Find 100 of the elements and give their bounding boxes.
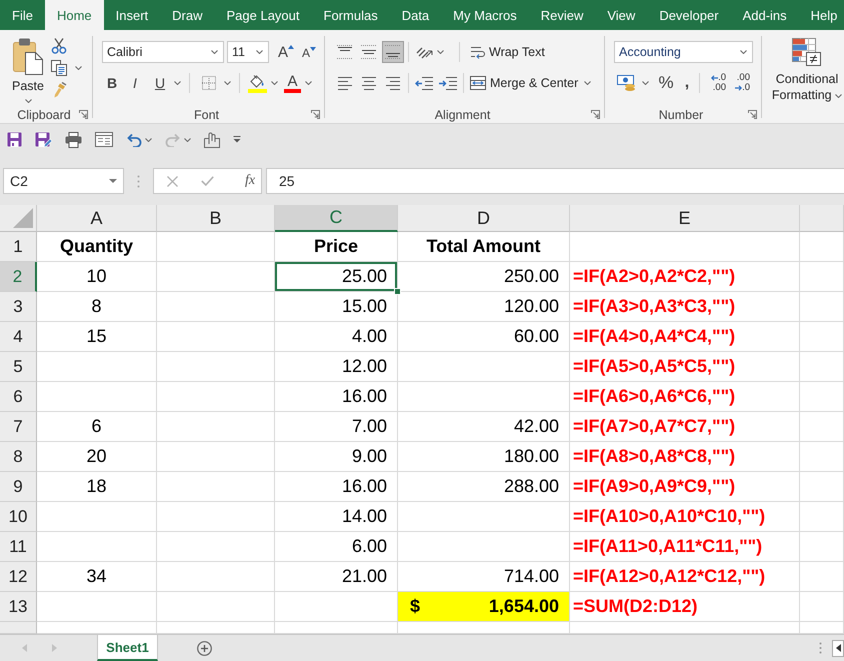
grid-cell[interactable] xyxy=(157,382,275,412)
grid-cell[interactable]: =IF(A2>0,A2*C2,"") xyxy=(570,262,800,292)
grid-cell[interactable]: 10 xyxy=(37,262,157,292)
conditional-formatting-button[interactable]: Conditional Formatting xyxy=(770,38,844,103)
grid-cell[interactable] xyxy=(398,382,570,412)
font-size-field[interactable]: 11 xyxy=(227,41,269,63)
column-header[interactable]: E xyxy=(570,205,800,232)
caret-icon[interactable] xyxy=(211,50,218,54)
dialog-launcher-icon[interactable] xyxy=(311,110,320,119)
grid-cell[interactable] xyxy=(37,352,157,382)
grid-cell[interactable] xyxy=(275,592,398,622)
grid-cell[interactable]: 25.00 xyxy=(275,262,398,292)
grid-cell[interactable] xyxy=(398,352,570,382)
indent-left-icon[interactable] xyxy=(415,76,433,90)
row-header[interactable]: 8 xyxy=(0,442,37,472)
grid-cell[interactable] xyxy=(37,622,157,634)
grid-cell[interactable] xyxy=(800,562,844,592)
grid-cell[interactable] xyxy=(157,472,275,502)
grid-cell[interactable]: 250.00 xyxy=(398,262,570,292)
row-header[interactable]: 9 xyxy=(0,472,37,502)
ribbon-tab[interactable]: Data xyxy=(390,0,442,30)
paste-button[interactable]: Paste xyxy=(8,38,48,106)
floppy-pencil-icon[interactable] xyxy=(35,132,52,148)
grid-cell[interactable]: =IF(A3>0,A3*C3,"") xyxy=(570,292,800,322)
grid-cell[interactable]: 21.00 xyxy=(275,562,398,592)
ribbon-tab[interactable]: Home xyxy=(44,0,104,30)
grid-cell[interactable] xyxy=(800,442,844,472)
grid-cell[interactable] xyxy=(800,322,844,352)
caret-icon[interactable] xyxy=(305,81,312,85)
row-header[interactable]: 4 xyxy=(0,322,37,352)
grid-cell[interactable]: 7.00 xyxy=(275,412,398,442)
grid-cell[interactable]: =IF(A6>0,A6*C6,"") xyxy=(570,382,800,412)
dialog-launcher-icon[interactable] xyxy=(79,110,88,119)
grid-cell[interactable] xyxy=(157,292,275,322)
number-format-field[interactable]: Accounting xyxy=(614,41,753,63)
window-icon[interactable] xyxy=(95,132,113,147)
grid-cell[interactable] xyxy=(157,232,275,262)
caret-icon[interactable] xyxy=(584,81,592,85)
grid-cell[interactable] xyxy=(275,622,398,634)
caret-icon[interactable] xyxy=(75,66,82,70)
grid-cell[interactable] xyxy=(800,472,844,502)
grid-cell[interactable] xyxy=(37,502,157,532)
grid-cell[interactable] xyxy=(157,442,275,472)
grid-cell[interactable]: 288.00 xyxy=(398,472,570,502)
scroll-left-button[interactable] xyxy=(832,640,844,656)
grow-font-button[interactable]: A xyxy=(277,44,295,60)
grid-cell[interactable]: 4.00 xyxy=(275,322,398,352)
hand-icon[interactable] xyxy=(204,132,220,148)
grid-cell[interactable] xyxy=(800,232,844,262)
caret-icon[interactable] xyxy=(224,81,231,85)
caret-icon[interactable] xyxy=(145,138,152,142)
grid-cell[interactable]: =IF(A5>0,A5*C5,"") xyxy=(570,352,800,382)
grid-cell[interactable] xyxy=(157,592,275,622)
vertical-align-button[interactable] xyxy=(382,41,404,63)
row-header[interactable]: 7 xyxy=(0,412,37,442)
underline-button[interactable]: U xyxy=(149,72,171,94)
copy-icon[interactable] xyxy=(51,60,67,76)
caret-icon[interactable] xyxy=(437,50,444,54)
vertical-dots-icon[interactable] xyxy=(137,175,140,188)
grid-cell[interactable]: 180.00 xyxy=(398,442,570,472)
insert-function-button[interactable]: fx xyxy=(245,173,256,189)
grid-cell[interactable] xyxy=(157,262,275,292)
indent-right-icon[interactable] xyxy=(439,76,457,90)
row-header[interactable]: 11 xyxy=(0,532,37,562)
grid-cell[interactable]: =IF(A10>0,A10*C10,"") xyxy=(570,502,800,532)
column-header[interactable]: B xyxy=(157,205,275,232)
column-header[interactable]: C xyxy=(275,205,398,232)
grid-cell[interactable] xyxy=(157,532,275,562)
grid-cell[interactable]: 14.00 xyxy=(275,502,398,532)
ribbon-tab[interactable]: Developer xyxy=(647,0,731,30)
bold-button[interactable]: B xyxy=(101,72,123,94)
grid-cell[interactable]: $ 1,654.00 xyxy=(398,592,570,622)
grid-cell[interactable]: 9.00 xyxy=(275,442,398,472)
merge-center-button[interactable]: Merge & Center xyxy=(470,76,578,90)
money-icon[interactable] xyxy=(617,74,637,92)
paint-bucket-icon[interactable] xyxy=(248,74,267,92)
wrap-text-button[interactable]: Wrap Text xyxy=(470,44,545,60)
dialog-launcher-icon[interactable] xyxy=(591,110,600,119)
grid-cell[interactable]: 714.00 xyxy=(398,562,570,592)
grid-cell[interactable]: =IF(A12>0,A12*C12,"") xyxy=(570,562,800,592)
caret-icon[interactable] xyxy=(271,81,278,85)
triangle-right-icon[interactable] xyxy=(52,644,57,652)
row-header[interactable] xyxy=(0,622,37,634)
select-all-button[interactable] xyxy=(0,205,37,232)
grid-cell[interactable] xyxy=(37,592,157,622)
triangle-left-icon[interactable] xyxy=(22,644,27,652)
undo-icon[interactable] xyxy=(126,132,142,146)
borders-icon[interactable] xyxy=(202,76,216,90)
grid-cell[interactable]: 20 xyxy=(37,442,157,472)
ribbon-tab[interactable]: Formulas xyxy=(312,0,390,30)
grid-cell[interactable]: 6.00 xyxy=(275,532,398,562)
ribbon-tab[interactable]: Help xyxy=(798,0,844,30)
grid-cell[interactable]: 34 xyxy=(37,562,157,592)
grid-cell[interactable]: 60.00 xyxy=(398,322,570,352)
grid-cell[interactable]: 42.00 xyxy=(398,412,570,442)
ribbon-tab[interactable]: Page Layout xyxy=(214,0,312,30)
row-header[interactable]: 5 xyxy=(0,352,37,382)
grid-cell[interactable] xyxy=(398,532,570,562)
caret-icon[interactable] xyxy=(835,94,842,98)
ribbon-tab[interactable]: My Macros xyxy=(441,0,529,30)
